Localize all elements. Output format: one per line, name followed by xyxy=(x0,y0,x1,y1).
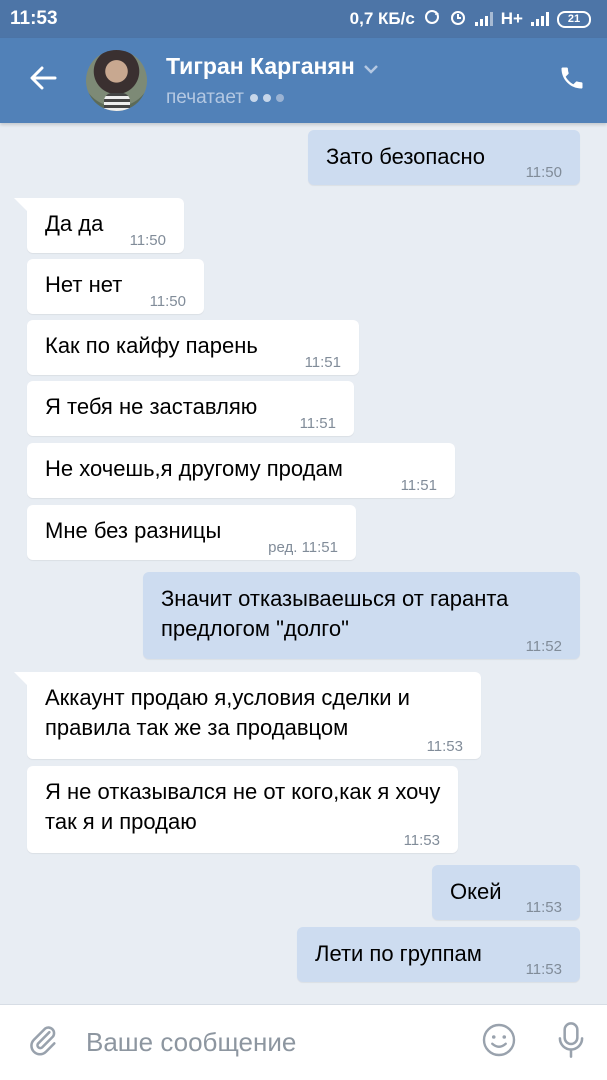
message-incoming[interactable]: Как по кайфу парень 11:51 xyxy=(27,320,359,375)
emoji-icon xyxy=(481,1022,517,1063)
message-text: Значит отказываешься от гаранта предлого… xyxy=(161,586,509,641)
message-time: 11:51 xyxy=(304,354,341,371)
message-incoming[interactable]: Да да 11:50 xyxy=(14,198,184,253)
status-bar: 11:53 0,7 КБ/с H+ 21 xyxy=(0,0,607,38)
paperclip-icon xyxy=(26,1023,60,1062)
message-incoming[interactable]: Не хочешь,я другому продам 11:51 xyxy=(27,443,455,498)
back-arrow-icon xyxy=(29,66,57,95)
contact-name: Тигран Карганян xyxy=(166,52,355,79)
message-time: 11:53 xyxy=(426,738,463,755)
contact-name-row: Тигран Карганян xyxy=(166,53,537,80)
message-text: Я тебя не заставляю xyxy=(45,394,258,419)
signal-icon xyxy=(474,12,493,26)
voice-message-button[interactable] xyxy=(535,1005,607,1080)
bubble-tail xyxy=(14,672,28,686)
message-incoming[interactable]: Мне без разницы ред. 11:51 xyxy=(27,505,356,560)
chat-header: Тигран Карганян печатает xyxy=(0,38,607,123)
net-speed: 0,7 КБ/с xyxy=(349,9,415,28)
message-input[interactable] xyxy=(86,1027,463,1058)
alarm-icon xyxy=(449,8,467,31)
message-time: 11:53 xyxy=(525,899,562,916)
message-text: Как по кайфу парень xyxy=(45,333,258,358)
message-time: 11:53 xyxy=(403,832,440,849)
status-time: 11:53 xyxy=(10,8,58,29)
message-outgoing[interactable]: Зато безопасно 11:50 xyxy=(308,130,580,185)
avatar[interactable] xyxy=(86,50,147,111)
message-incoming[interactable]: Аккаунт продаю я,условия сделки и правил… xyxy=(14,672,481,759)
message-outgoing[interactable]: Лети по группам 11:53 xyxy=(297,927,580,982)
message-time: 11:50 xyxy=(129,232,166,249)
message-text: Не хочешь,я другому продам xyxy=(45,456,343,481)
message-text: Аккаунт продаю я,условия сделки и правил… xyxy=(45,685,410,740)
typing-indicator: печатает xyxy=(166,87,537,109)
phone-icon xyxy=(558,64,586,97)
message-time: 11:51 xyxy=(400,477,437,494)
chevron-down-icon xyxy=(363,53,379,80)
message-composer xyxy=(0,1004,607,1080)
call-button[interactable] xyxy=(537,38,607,123)
message-time: 11:50 xyxy=(525,164,562,181)
message-text: Я не отказывался не от кого,как я хочу т… xyxy=(45,779,441,834)
emoji-button[interactable] xyxy=(463,1005,535,1080)
status-indicators: 0,7 КБ/с H+ 21 xyxy=(350,8,591,31)
message-outgoing[interactable]: Значит отказываешься от гаранта предлого… xyxy=(143,572,580,659)
message-time: 11:51 xyxy=(299,415,336,432)
bubble-tail xyxy=(14,198,28,212)
back-button[interactable] xyxy=(0,38,86,123)
message-incoming[interactable]: Я тебя не заставляю 11:51 xyxy=(27,381,354,436)
message-incoming[interactable]: Нет нет 11:50 xyxy=(27,259,204,314)
sync-icon xyxy=(423,8,441,31)
battery-icon: 21 xyxy=(557,10,591,28)
typing-dots-icon xyxy=(249,93,284,102)
message-time: 11:50 xyxy=(149,293,186,310)
attach-button[interactable] xyxy=(0,1005,86,1080)
message-time: 11:53 xyxy=(525,961,562,978)
signal-icon xyxy=(531,12,549,26)
message-outgoing[interactable]: Окей 11:53 xyxy=(432,865,580,920)
message-time: ред. 11:51 xyxy=(268,539,338,556)
message-incoming[interactable]: Я не отказывался не от кого,как я хочу т… xyxy=(27,766,458,853)
typing-status-text: печатает xyxy=(166,86,244,108)
network-type: H+ xyxy=(500,9,523,28)
microphone-icon xyxy=(555,1021,587,1064)
contact-info[interactable]: Тигран Карганян печатает xyxy=(166,53,537,109)
message-time: 11:52 xyxy=(525,638,562,655)
